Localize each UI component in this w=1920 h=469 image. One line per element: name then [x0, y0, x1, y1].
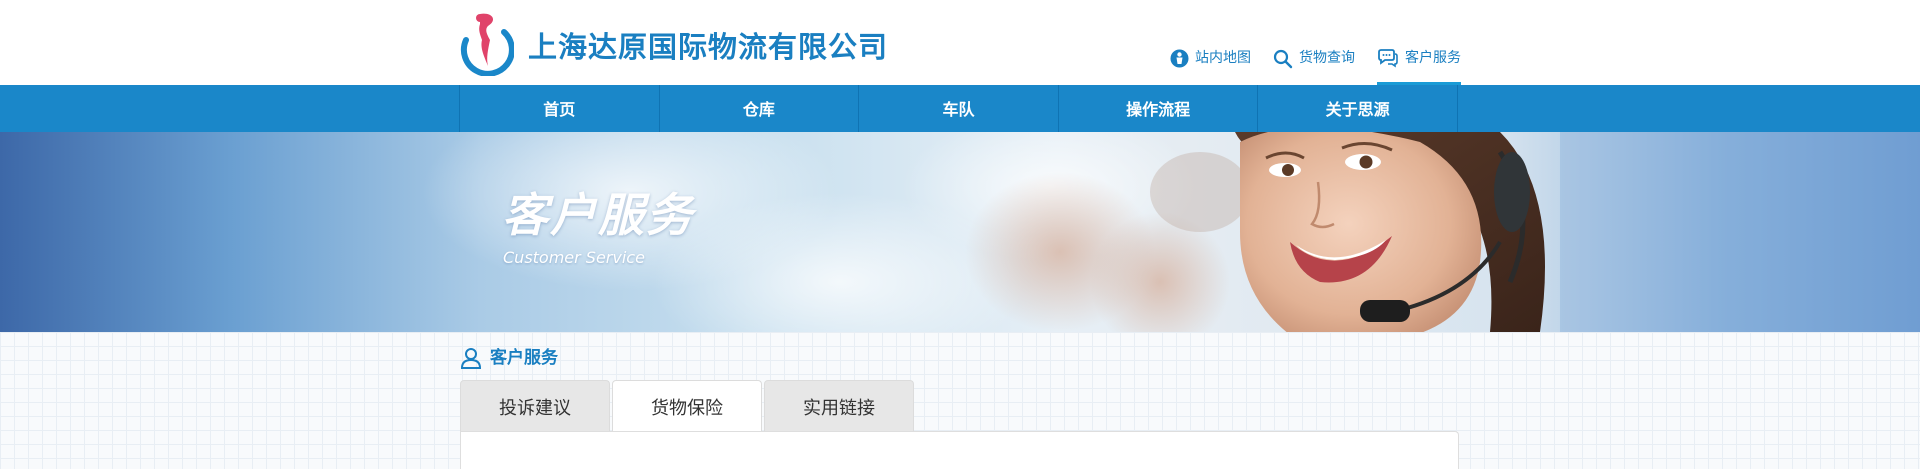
tab-complaints[interactable]: 投诉建议	[460, 380, 610, 431]
nav-item-warehouse[interactable]: 仓库	[660, 85, 860, 132]
toplink-sitemap-label: 站内地图	[1195, 50, 1251, 66]
site-header: 上海达原国际物流有限公司 站内地图 货物查询 客户服务	[0, 0, 1920, 85]
toplink-customer-service[interactable]: 客户服务	[1377, 46, 1461, 85]
tab-content-panel	[460, 431, 1459, 469]
section-heading: 客户服务	[460, 347, 558, 369]
user-icon	[460, 348, 482, 369]
nav-item-home[interactable]: 首页	[460, 85, 660, 132]
customer-service-agent-image	[965, 132, 1920, 332]
search-icon	[1273, 49, 1293, 69]
company-logo[interactable]	[458, 10, 515, 77]
nav-item-fleet[interactable]: 车队	[859, 85, 1059, 132]
toplink-cargo-query-label: 货物查询	[1299, 50, 1355, 66]
service-tabs: 投诉建议 货物保险 实用链接	[460, 380, 916, 432]
company-name: 上海达原国际物流有限公司	[528, 30, 889, 64]
toplink-customer-service-label: 客户服务	[1405, 50, 1461, 66]
tab-cargo-insurance[interactable]: 货物保险	[612, 380, 762, 432]
toplink-cargo-query[interactable]: 货物查询	[1273, 46, 1355, 85]
banner-subtitle: Customer Service	[503, 248, 645, 267]
toplink-sitemap[interactable]: 站内地图	[1170, 46, 1251, 85]
section-title: 客户服务	[490, 348, 558, 368]
nav-item-about[interactable]: 关于思源	[1258, 85, 1458, 132]
banner-title: 客户服务	[502, 188, 694, 242]
top-links: 站内地图 货物查询 客户服务	[1170, 46, 1461, 85]
main-nav: 首页 仓库 车队 操作流程 关于思源	[0, 85, 1920, 132]
nav-item-process[interactable]: 操作流程	[1059, 85, 1259, 132]
tab-useful-links[interactable]: 实用链接	[764, 380, 914, 431]
sitemap-icon	[1170, 49, 1189, 68]
page-banner: 客户服务 Customer Service	[0, 132, 1920, 332]
chat-icon	[1378, 49, 1398, 68]
